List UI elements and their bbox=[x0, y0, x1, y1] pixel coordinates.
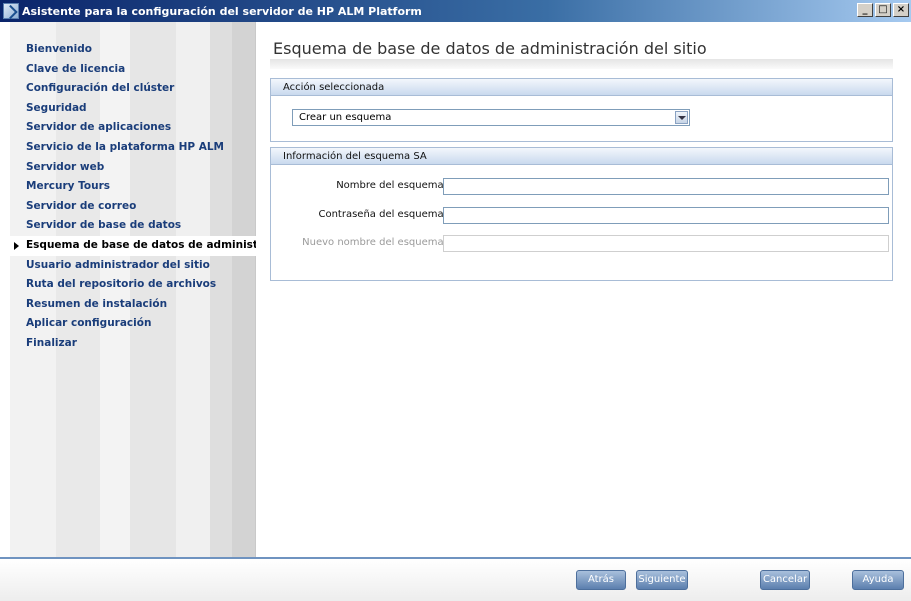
page-title: Esquema de base de datos de administraci… bbox=[273, 39, 707, 58]
action-select-value: Crear un esquema bbox=[299, 112, 392, 123]
step-label: Usuario administrador del sitio bbox=[26, 258, 210, 271]
next-button[interactable]: Siguiente bbox=[636, 570, 688, 590]
step-label: Resumen de instalación bbox=[26, 297, 168, 310]
schema-name-label: Nombre del esquema: bbox=[336, 180, 447, 191]
step-label: Mercury Tours bbox=[26, 180, 111, 193]
maximize-button[interactable]: □ bbox=[875, 3, 891, 17]
step-label: Esquema de base de datos de administrac bbox=[26, 238, 256, 251]
step-label: Servicio de la plataforma HP ALM bbox=[26, 140, 224, 153]
step-aplicar-configuracion: Aplicar configuración bbox=[0, 314, 256, 334]
close-button[interactable]: × bbox=[893, 3, 909, 17]
window-controls: _ □ × bbox=[857, 3, 909, 17]
new-schema-name-label: Nuevo nombre del esquema: bbox=[302, 237, 447, 248]
help-button[interactable]: Ayuda bbox=[852, 570, 904, 590]
step-configuracion-cluster: Configuración del clúster bbox=[0, 79, 256, 99]
cancel-button[interactable]: Cancelar bbox=[760, 570, 810, 590]
chevron-down-icon[interactable] bbox=[675, 111, 688, 124]
step-label: Servidor de base de datos bbox=[26, 219, 182, 232]
step-label: Servidor de correo bbox=[26, 199, 137, 212]
step-label: Configuración del clúster bbox=[26, 82, 175, 95]
step-servidor-web: Servidor web bbox=[0, 158, 256, 178]
wizard-steps-list: Bienvenido Clave de licencia Configuraci… bbox=[0, 40, 256, 354]
schema-info-panel: Información del esquema SA Nombre del es… bbox=[270, 147, 893, 281]
schema-password-row: Contraseña del esquema: bbox=[271, 207, 894, 225]
step-label: Aplicar configuración bbox=[26, 317, 152, 330]
step-servidor-aplicaciones: Servidor de aplicaciones bbox=[0, 118, 256, 138]
step-label: Ruta del repositorio de archivos bbox=[26, 278, 217, 291]
window-title: Asistente para la configuración del serv… bbox=[22, 4, 422, 18]
step-clave-de-licencia: Clave de licencia bbox=[0, 60, 256, 80]
step-servicio-plataforma: Servicio de la plataforma HP ALM bbox=[0, 138, 256, 158]
main-content: Esquema de base de datos de administraci… bbox=[257, 22, 911, 557]
step-resumen-instalacion: Resumen de instalación bbox=[0, 295, 256, 315]
step-label: Servidor web bbox=[26, 160, 105, 173]
schema-name-row: Nombre del esquema: bbox=[271, 178, 894, 196]
step-finalizar: Finalizar bbox=[0, 334, 256, 354]
step-servidor-base-datos: Servidor de base de datos bbox=[0, 216, 256, 236]
action-panel: Acción seleccionada Crear un esquema bbox=[270, 78, 893, 142]
action-panel-header: Acción seleccionada bbox=[271, 79, 892, 96]
wizard-footer: Atrás Siguiente Cancelar Ayuda bbox=[0, 559, 911, 601]
new-schema-name-row: Nuevo nombre del esquema: bbox=[271, 235, 894, 253]
app-icon bbox=[3, 3, 19, 19]
step-label: Clave de licencia bbox=[26, 62, 126, 75]
title-divider bbox=[270, 59, 893, 69]
step-label: Bienvenido bbox=[26, 43, 92, 55]
step-bienvenido: Bienvenido bbox=[0, 40, 256, 60]
minimize-button[interactable]: _ bbox=[857, 3, 873, 17]
step-mercury-tours: Mercury Tours bbox=[0, 177, 256, 197]
schema-password-label: Contraseña del esquema: bbox=[318, 209, 447, 220]
window-title-bar: Asistente para la configuración del serv… bbox=[0, 0, 911, 22]
step-label: Seguridad bbox=[26, 101, 87, 114]
schema-password-input[interactable] bbox=[443, 207, 889, 224]
back-button[interactable]: Atrás bbox=[576, 570, 626, 590]
current-step-arrow-icon bbox=[14, 241, 19, 250]
action-select[interactable]: Crear un esquema bbox=[292, 109, 690, 126]
step-servidor-correo: Servidor de correo bbox=[0, 197, 256, 217]
schema-name-input[interactable] bbox=[443, 178, 889, 195]
step-ruta-repositorio: Ruta del repositorio de archivos bbox=[0, 275, 256, 295]
step-label: Finalizar bbox=[26, 336, 77, 349]
schema-info-panel-header: Información del esquema SA bbox=[271, 148, 892, 165]
new-schema-name-input bbox=[443, 235, 889, 252]
step-esquema-base-datos: Esquema de base de datos de administrac bbox=[0, 235, 256, 256]
step-label: Servidor de aplicaciones bbox=[26, 121, 172, 134]
step-seguridad: Seguridad bbox=[0, 99, 256, 119]
step-usuario-administrador: Usuario administrador del sitio bbox=[0, 256, 256, 276]
wizard-steps-sidebar: Bienvenido Clave de licencia Configuraci… bbox=[0, 22, 256, 557]
